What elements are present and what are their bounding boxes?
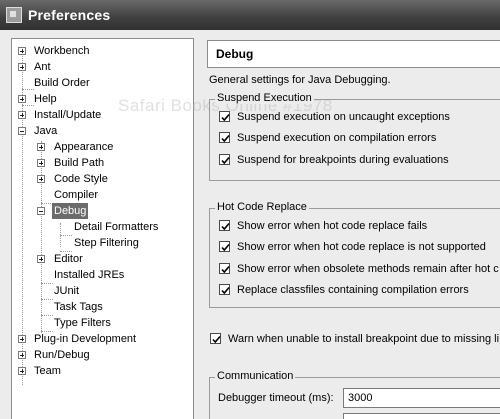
tree-item-label: Java [34, 125, 58, 137]
hotcode-fails-checkbox-row[interactable]: Show error when hot code replace fails [219, 219, 500, 235]
expand-icon[interactable] [18, 351, 26, 359]
checkmark-icon [221, 265, 230, 274]
tree-item-task-tags[interactable]: Task Tags [12, 299, 192, 315]
expand-icon[interactable] [37, 143, 45, 151]
tree-item-junit[interactable]: JUnit [12, 283, 192, 299]
tree-item-label: Ant [34, 61, 51, 73]
tree-item-code-style[interactable]: Code Style [12, 171, 192, 187]
tree-item-debug[interactable]: Debug [12, 203, 192, 219]
suspend-compilation-checkbox[interactable] [219, 132, 230, 143]
expand-icon[interactable] [18, 47, 26, 55]
checkbox-label: Show error when obsolete methods remain … [237, 263, 499, 275]
tree-item-step-filtering[interactable]: Step Filtering [12, 235, 192, 251]
expand-icon[interactable] [18, 335, 26, 343]
tree-item-label: Build Path [54, 157, 105, 169]
debugger-timeout-input[interactable] [343, 388, 500, 408]
collapse-icon[interactable] [18, 127, 26, 135]
window-title: Preferences [28, 7, 111, 23]
tree-item-label: Workbench [34, 45, 90, 57]
tree-item-label-selected: Debug [52, 203, 89, 219]
suspend-breakpoints-checkbox-row[interactable]: Suspend for breakpoints during evaluatio… [219, 153, 500, 169]
checkbox-label: Show error when hot code replace fails [237, 220, 428, 232]
suspend-execution-legend: Suspend Execution [215, 92, 314, 104]
tree-item-label: Appearance [54, 141, 114, 153]
hotcode-replace-checkbox-row[interactable]: Replace classfiles containing compilatio… [219, 283, 500, 299]
page-header: Debug [207, 40, 500, 68]
tree-item-label: Team [34, 365, 61, 377]
tree-item-label: Task Tags [54, 301, 103, 313]
tree-item-label: Install/Update [34, 109, 102, 121]
warn-breakpoint-checkbox[interactable] [210, 333, 221, 344]
checkmark-icon [221, 222, 230, 231]
tree-item-label: Plug-in Development [34, 333, 137, 345]
expand-icon[interactable] [18, 63, 26, 71]
tree-item-label: Step Filtering [74, 237, 139, 249]
checkbox-label: Suspend for breakpoints during evaluatio… [237, 154, 449, 166]
expand-icon[interactable] [18, 95, 26, 103]
tree-item-installed-jres[interactable]: Installed JREs [12, 267, 192, 283]
tree-item-label: Help [34, 93, 57, 105]
hotcode-replace-checkbox[interactable] [219, 284, 230, 295]
checkbox-label: Suspend execution on compilation errors [237, 132, 437, 144]
checkbox-label: Warn when unable to install breakpoint d… [228, 333, 500, 345]
warn-breakpoint-checkbox-row[interactable]: Warn when unable to install breakpoint d… [210, 332, 500, 348]
tree-item-java[interactable]: Java [12, 123, 192, 139]
checkmark-icon [221, 113, 230, 122]
tree-item-label: Installed JREs [54, 269, 125, 281]
checkbox-label: Replace classfiles containing compilatio… [237, 284, 469, 296]
expand-icon[interactable] [18, 111, 26, 119]
communication-legend: Communication [215, 370, 296, 382]
expand-icon[interactable] [18, 367, 26, 375]
tree-item-plugin-development[interactable]: Plug-in Development [12, 331, 192, 347]
hotcode-fails-checkbox[interactable] [219, 220, 230, 231]
title-bar[interactable]: Preferences [0, 0, 500, 30]
checkbox-label: Suspend execution on uncaught exceptions [237, 111, 450, 123]
collapse-icon[interactable] [37, 207, 45, 215]
tree-item-team[interactable]: Team [12, 363, 192, 379]
page-description: General settings for Java Debugging. [209, 74, 391, 86]
hot-code-replace-legend: Hot Code Replace [215, 201, 309, 213]
suspend-compilation-checkbox-row[interactable]: Suspend execution on compilation errors [219, 131, 500, 147]
tree-item-label: Compiler [54, 189, 99, 201]
checkmark-icon [212, 335, 221, 344]
tree-item-appearance[interactable]: Appearance [12, 139, 192, 155]
expand-icon[interactable] [37, 159, 45, 167]
tree-item-editor[interactable]: Editor [12, 251, 192, 267]
tree-item-run-debug[interactable]: Run/Debug [12, 347, 192, 363]
tree-item-label: Type Filters [54, 317, 111, 329]
tree-item-type-filters[interactable]: Type Filters [12, 315, 192, 331]
tree-item-compiler[interactable]: Compiler [12, 187, 192, 203]
tree-item-build-order[interactable]: Build Order [12, 75, 192, 91]
checkmark-icon [221, 134, 230, 143]
hotcode-not-supported-checkbox[interactable] [219, 241, 230, 252]
tree-item-label: Run/Debug [34, 349, 90, 361]
window-icon [6, 7, 22, 23]
tree-item-label: JUnit [54, 285, 80, 297]
expand-icon[interactable] [37, 255, 45, 263]
suspend-uncaught-checkbox[interactable] [219, 111, 230, 122]
tree-item-label: Editor [54, 253, 83, 265]
checkmark-icon [221, 286, 230, 295]
debugger-timeout-label: Debugger timeout (ms): [218, 392, 334, 404]
page-title: Debug [216, 47, 254, 61]
suspend-uncaught-checkbox-row[interactable]: Suspend execution on uncaught exceptions [219, 110, 500, 126]
checkmark-icon [221, 156, 230, 165]
tree-item-detail-formatters[interactable]: Detail Formatters [12, 219, 192, 235]
expand-icon[interactable] [37, 175, 45, 183]
hotcode-not-supported-checkbox-row[interactable]: Show error when hot code replace is not … [219, 240, 500, 256]
checkbox-label: Show error when hot code replace is not … [237, 241, 486, 253]
hotcode-obsolete-checkbox[interactable] [219, 263, 230, 274]
checkmark-icon [221, 243, 230, 252]
tree-item-label: Detail Formatters [74, 221, 159, 233]
tree-item-label: Code Style [54, 173, 108, 185]
launch-timeout-input[interactable] [343, 413, 500, 419]
tree-item-ant[interactable]: Ant [12, 59, 192, 75]
suspend-breakpoints-checkbox[interactable] [219, 154, 230, 165]
tree-item-label: Build Order [34, 77, 90, 89]
tree-item-build-path[interactable]: Build Path [12, 155, 192, 171]
preferences-window: Preferences Workbench Ant Build Order He… [0, 0, 500, 419]
hotcode-obsolete-checkbox-row[interactable]: Show error when obsolete methods remain … [219, 262, 500, 278]
tree-item-workbench[interactable]: Workbench [12, 43, 192, 59]
